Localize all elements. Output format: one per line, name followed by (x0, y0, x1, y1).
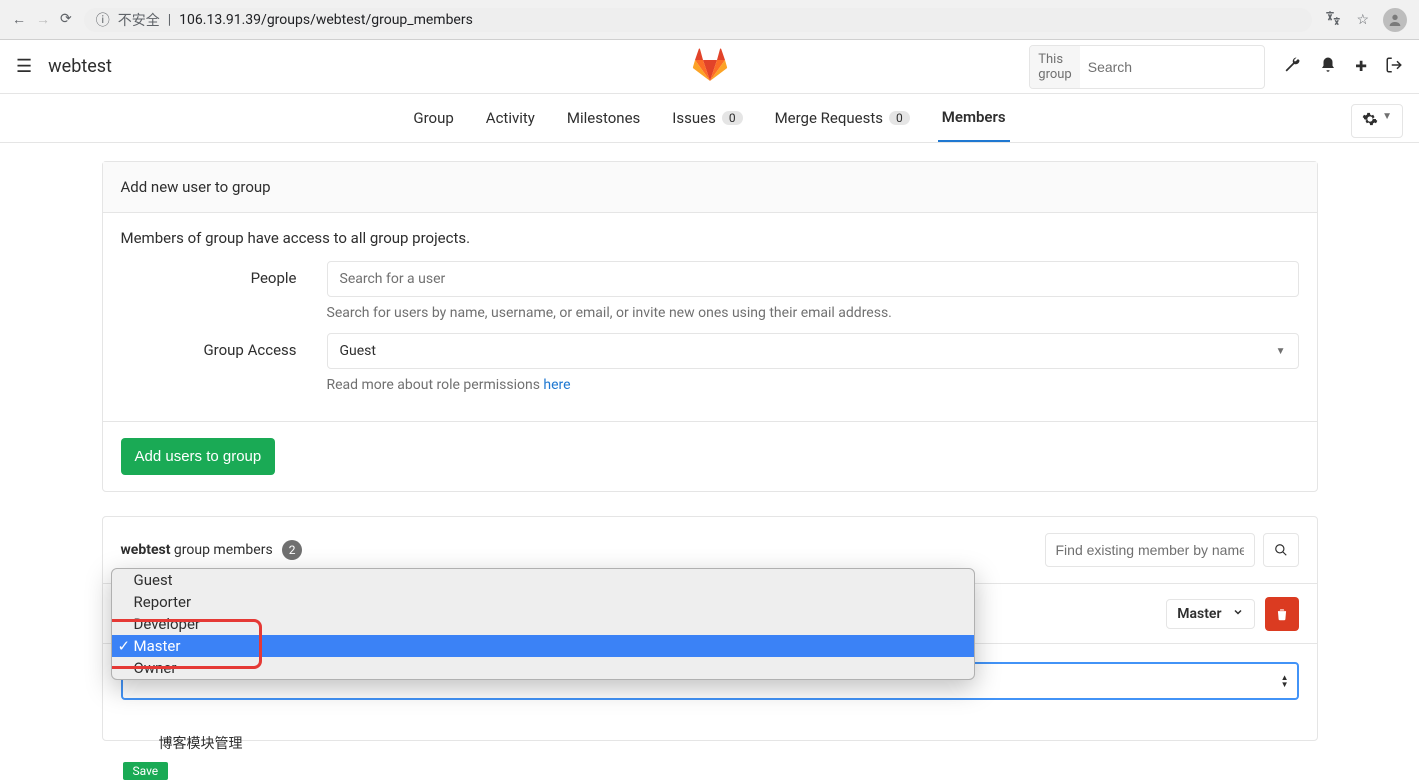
tab-group[interactable]: Group (409, 94, 457, 142)
tab-members[interactable]: Members (938, 94, 1010, 142)
browser-toolbar: ← → ⟳ ⓘ 不安全 | 106.13.91.39/groups/webtes… (0, 0, 1419, 40)
panel-description: Members of group have access to all grou… (121, 229, 1299, 247)
add-users-button[interactable]: Add users to group (121, 438, 276, 475)
gitlab-logo-icon[interactable] (692, 47, 728, 87)
address-bar[interactable]: ⓘ 不安全 | 106.13.91.39/groups/webtest/grou… (84, 8, 1313, 32)
members-title: webtest group members 2 (121, 540, 303, 560)
forward-icon: → (36, 11, 50, 28)
save-button[interactable]: Save (123, 762, 169, 780)
tab-merge-requests[interactable]: Merge Requests 0 (771, 94, 914, 142)
translate-icon[interactable] (1324, 9, 1342, 31)
option-owner[interactable]: Owner (112, 657, 974, 679)
url-text: 106.13.91.39/groups/webtest/group_member… (179, 12, 473, 28)
remove-member-button[interactable] (1265, 597, 1299, 631)
add-user-panel: Add new user to group Members of group h… (102, 161, 1318, 492)
back-icon[interactable]: ← (12, 11, 26, 28)
profile-icon[interactable] (1383, 8, 1407, 32)
option-guest[interactable]: Guest (112, 569, 974, 591)
group-name[interactable]: webtest (48, 56, 112, 77)
bell-icon[interactable] (1319, 56, 1337, 78)
mr-count: 0 (889, 111, 910, 125)
people-help: Search for users by name, username, or e… (327, 305, 1299, 321)
chevron-down-icon (1232, 606, 1244, 622)
tab-issues[interactable]: Issues 0 (668, 94, 746, 142)
menu-icon[interactable]: ☰ (16, 56, 32, 77)
people-input[interactable]: Search for a user (327, 261, 1299, 297)
members-panel: webtest group members 2 Master (102, 516, 1318, 741)
members-count: 2 (282, 540, 302, 560)
find-member-input[interactable] (1045, 533, 1255, 567)
option-developer[interactable]: Developer (112, 613, 974, 635)
select-arrows-icon: ▲▼ (1281, 674, 1289, 688)
insecure-icon: ⓘ (96, 10, 110, 30)
star-icon[interactable]: ☆ (1356, 12, 1369, 28)
search-scope: This group (1030, 46, 1079, 88)
insecure-label: 不安全 (118, 10, 160, 30)
header-search[interactable]: This group (1029, 45, 1265, 89)
permissions-link[interactable]: here (543, 377, 570, 393)
caret-down-icon: ▼ (1382, 111, 1392, 131)
option-master[interactable]: Master (112, 635, 974, 657)
issues-count: 0 (722, 111, 743, 125)
search-input[interactable] (1080, 53, 1266, 81)
settings-dropdown[interactable]: ▼ (1351, 104, 1403, 138)
reload-icon[interactable]: ⟳ (60, 11, 72, 28)
group-tabs: Group Activity Milestones Issues 0 Merge… (0, 94, 1419, 143)
role-options-list: Guest Reporter Developer Master Owner (111, 568, 975, 680)
tab-milestones[interactable]: Milestones (563, 94, 644, 142)
tab-activity[interactable]: Activity (482, 94, 539, 142)
find-member-button[interactable] (1263, 533, 1299, 567)
stray-text: 博客模块管理 (159, 733, 243, 753)
caret-down-icon: ▼ (1276, 346, 1286, 357)
panel-title: Add new user to group (103, 162, 1317, 213)
role-selector[interactable]: Master (1166, 599, 1254, 629)
app-header: ☰ webtest This group ✚ (0, 40, 1419, 94)
group-access-select[interactable]: Guest ▼ (327, 333, 1299, 369)
access-help: Read more about role permissions here (327, 377, 1299, 393)
plus-icon[interactable]: ✚ (1355, 59, 1367, 75)
gear-icon (1362, 111, 1378, 131)
wrench-icon[interactable] (1283, 56, 1301, 78)
group-access-label: Group Access (121, 333, 297, 393)
role-select-open-row: ▲▼ Guest Reporter Developer Master Owner… (103, 643, 1317, 740)
people-label: People (121, 261, 297, 321)
option-reporter[interactable]: Reporter (112, 591, 974, 613)
sign-out-icon[interactable] (1385, 56, 1403, 78)
